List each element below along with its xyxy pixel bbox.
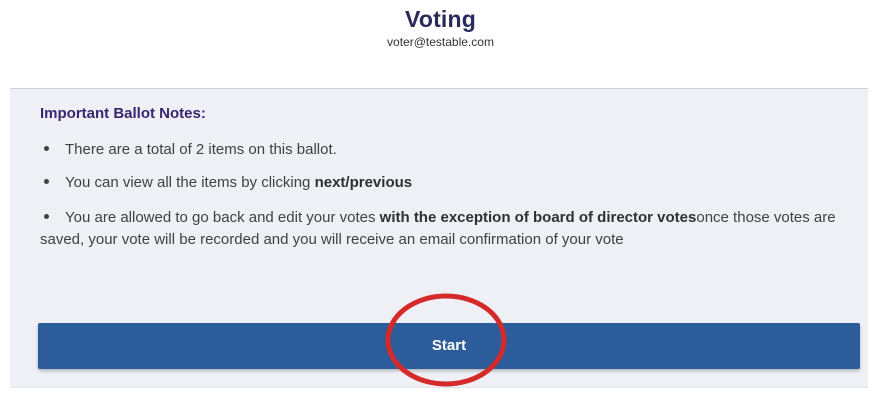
start-button[interactable]: Start — [38, 323, 860, 369]
note-emphasis: next/previous — [314, 174, 413, 191]
note-text: There are a total of 2 items on this bal… — [65, 141, 337, 158]
bullet-icon — [44, 179, 49, 185]
notes-heading: Important Ballot Notes: — [40, 105, 206, 122]
page-title: Voting — [404, 6, 477, 32]
note-item: You are allowed to go back and edit your… — [40, 207, 846, 251]
note-text: You can view all the items by clicking — [65, 174, 315, 191]
note-item: There are a total of 2 items on this bal… — [40, 141, 337, 158]
voting-page: Voting voter@testable.com Important Ball… — [0, 0, 881, 402]
note-text: You are allowed to go back and edit your… — [65, 209, 380, 226]
voter-email: voter@testable.com — [387, 35, 494, 49]
bullet-icon — [44, 214, 49, 220]
ballot-notes-panel: Important Ballot Notes: There are a tota… — [10, 88, 868, 388]
note-item: You can view all the items by clicking n… — [40, 174, 412, 191]
note-emphasis: with the exception of board of director … — [379, 209, 697, 226]
page-header: Voting voter@testable.com — [0, 4, 881, 49]
bullet-icon — [44, 146, 49, 152]
